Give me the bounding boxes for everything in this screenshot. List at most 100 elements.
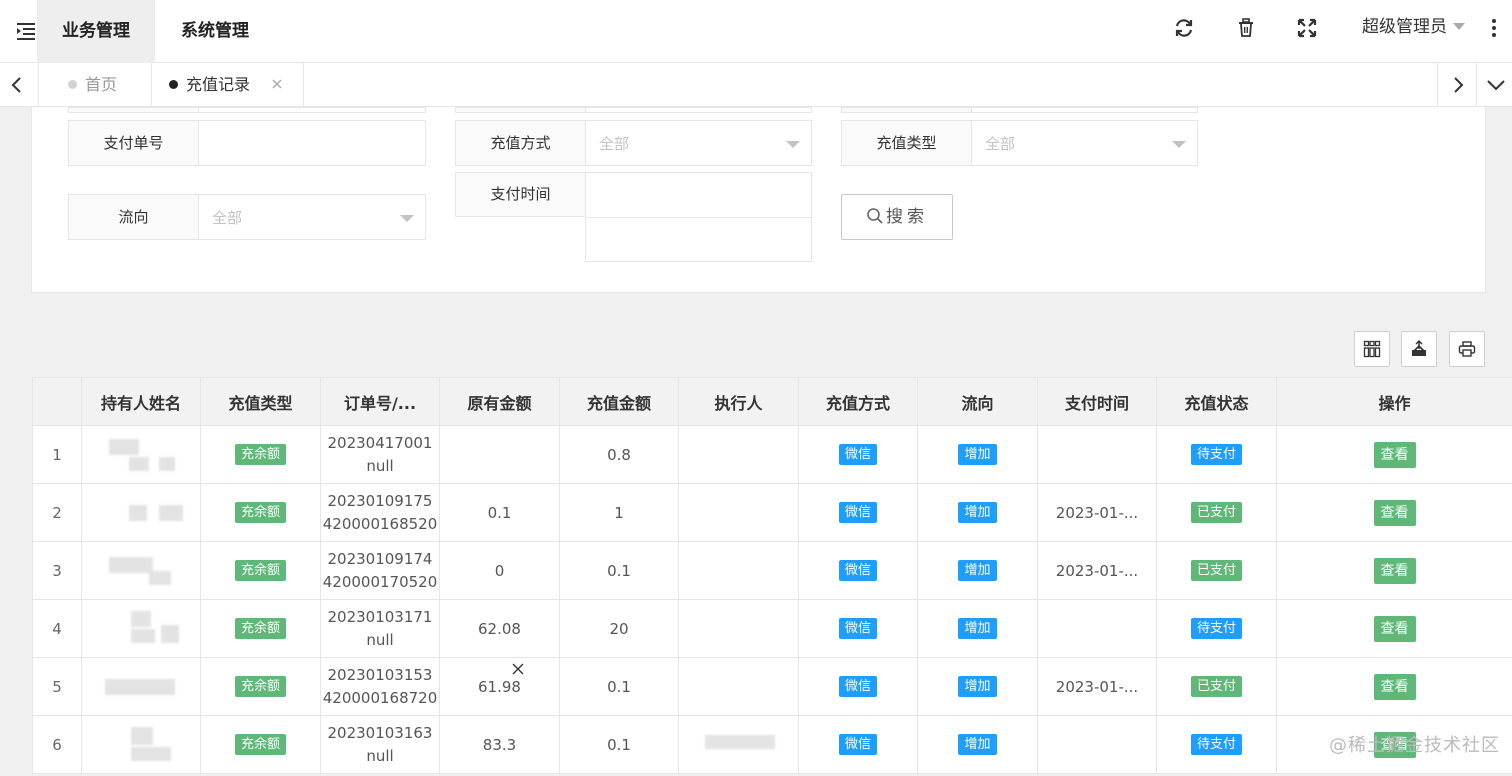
col-header-executor[interactable]: 执行人 — [678, 377, 799, 426]
action-cell: 查看 — [1276, 541, 1512, 600]
table-header-row: 持有人姓名 充值类型 订单号/... 原有金额 充值金额 执行人 充值方式 流向… — [32, 377, 1512, 426]
action-cell: 查看 — [1276, 483, 1512, 542]
executor-cell — [678, 657, 799, 716]
tab-recharge-label: 充值记录 — [186, 75, 251, 94]
col-header-amount[interactable]: 充值金额 — [559, 377, 679, 426]
pay-time-end-input[interactable] — [585, 217, 812, 262]
col-header-method[interactable]: 充值方式 — [798, 377, 918, 426]
user-name[interactable]: 超级管理员 — [1362, 0, 1447, 63]
flow-cell: 增加 — [917, 541, 1038, 600]
pay-no-input[interactable] — [198, 120, 426, 166]
col-header-status[interactable]: 充值状态 — [1156, 377, 1277, 426]
view-button[interactable]: 查看 — [1373, 557, 1416, 584]
row-index: 4 — [32, 599, 82, 658]
type-select[interactable]: 全部 — [971, 120, 1198, 166]
amount-cell: 20 — [559, 599, 679, 658]
pay-time-start-input[interactable] — [585, 172, 812, 218]
tab-home[interactable]: 首页 — [38, 63, 152, 106]
tab-scroll-left-button[interactable] — [0, 63, 39, 106]
col-header-flow[interactable]: 流向 — [917, 377, 1038, 426]
flow-select-value: 全部 — [212, 209, 243, 227]
col-header-action: 操作 — [1276, 377, 1512, 426]
action-cell: 查看 — [1276, 425, 1512, 484]
col-header-order[interactable]: 订单号/... — [320, 377, 440, 426]
pay-time-label: 支付时间 — [455, 172, 586, 217]
filter-input-hidden[interactable] — [585, 107, 812, 113]
table-row: 6 充余额 20230103163 null 83.3 0.1 微信 增加 待支付… — [32, 715, 1512, 774]
amount-cell: 1 — [559, 483, 679, 542]
flow-select[interactable]: 全部 — [198, 194, 426, 240]
refresh-icon[interactable] — [1172, 16, 1196, 40]
status-badge: 待支付 — [1190, 618, 1242, 639]
status-badge: 待支付 — [1190, 444, 1242, 465]
view-button[interactable]: 查看 — [1373, 673, 1416, 700]
flow-badge: 增加 — [958, 734, 997, 755]
type-label: 充值类型 — [841, 120, 972, 166]
method-badge: 微信 — [838, 560, 877, 581]
type-badge: 充余额 — [234, 618, 286, 639]
filter-input-hidden[interactable] — [198, 107, 426, 113]
col-header-type[interactable]: 充值类型 — [200, 377, 321, 426]
grid-icon — [1363, 340, 1381, 358]
status-cell: 待支付 — [1156, 715, 1277, 774]
col-header-holder[interactable]: 持有人姓名 — [81, 377, 201, 426]
method-badge: 微信 — [838, 618, 877, 639]
action-cell: 查看 — [1276, 599, 1512, 658]
tab-scroll-right-button[interactable] — [1437, 63, 1476, 106]
caret-down-icon — [400, 215, 414, 222]
trade-no: 420000168720 — [322, 688, 438, 707]
row-index: 3 — [32, 541, 82, 600]
search-button-label: 搜索 — [886, 207, 928, 227]
top-tab-business[interactable]: 业务管理 — [37, 0, 155, 63]
row-index: 2 — [32, 483, 82, 542]
filter-input-hidden[interactable] — [971, 107, 1198, 113]
tab-recharge-records[interactable]: 充值记录 — [152, 63, 304, 106]
holder-name-blurred — [81, 425, 201, 484]
col-header-orig-amount[interactable]: 原有金额 — [439, 377, 560, 426]
type-cell: 充余额 — [200, 483, 321, 542]
flow-cell: 增加 — [917, 657, 1038, 716]
method-badge: 微信 — [838, 444, 877, 465]
print-button[interactable] — [1449, 331, 1485, 367]
holder-name-blurred — [81, 483, 201, 542]
action-cell: 查看 — [1276, 657, 1512, 716]
print-icon — [1458, 341, 1476, 357]
export-button[interactable] — [1401, 331, 1437, 367]
status-badge: 已支付 — [1190, 560, 1242, 581]
type-badge: 充余额 — [234, 502, 286, 523]
more-vertical-icon[interactable] — [1486, 16, 1502, 40]
columns-filter-button[interactable] — [1354, 331, 1390, 367]
method-select-value: 全部 — [599, 135, 630, 153]
mouse-cursor-icon — [512, 663, 524, 675]
type-badge: 充余额 — [234, 560, 286, 581]
row-index: 5 — [32, 657, 82, 716]
caret-down-icon — [786, 141, 800, 148]
order-no: 20230417001 — [327, 433, 433, 452]
filter-label-hidden — [841, 107, 972, 113]
search-button[interactable]: 搜索 — [841, 194, 953, 240]
trash-icon[interactable] — [1234, 16, 1258, 40]
method-select[interactable]: 全部 — [585, 120, 812, 166]
view-button[interactable]: 查看 — [1373, 441, 1416, 468]
orig-amount-cell: 0 — [439, 541, 560, 600]
col-header-index — [32, 377, 82, 426]
method-cell: 微信 — [798, 425, 918, 484]
top-tab-system[interactable]: 系统管理 — [160, 0, 270, 63]
user-caret-icon[interactable] — [1453, 23, 1465, 30]
orig-amount-cell: 0.1 — [439, 483, 560, 542]
method-label: 充值方式 — [455, 120, 586, 166]
menu-fold-icon[interactable] — [13, 18, 39, 44]
view-button[interactable]: 查看 — [1373, 615, 1416, 642]
order-no: 20230103171 — [327, 607, 433, 626]
view-button[interactable]: 查看 — [1373, 499, 1416, 526]
type-cell: 充余额 — [200, 541, 321, 600]
filter-label-hidden — [68, 107, 199, 113]
col-header-pay-time[interactable]: 支付时间 — [1037, 377, 1157, 426]
orig-amount-cell: 83.3 — [439, 715, 560, 774]
search-icon — [867, 208, 883, 224]
close-icon[interactable] — [270, 77, 284, 91]
fullscreen-icon[interactable] — [1295, 16, 1319, 40]
filter-label-hidden — [455, 107, 586, 113]
order-no: 20230109175 — [327, 491, 433, 510]
tab-menu-button[interactable] — [1476, 63, 1512, 106]
